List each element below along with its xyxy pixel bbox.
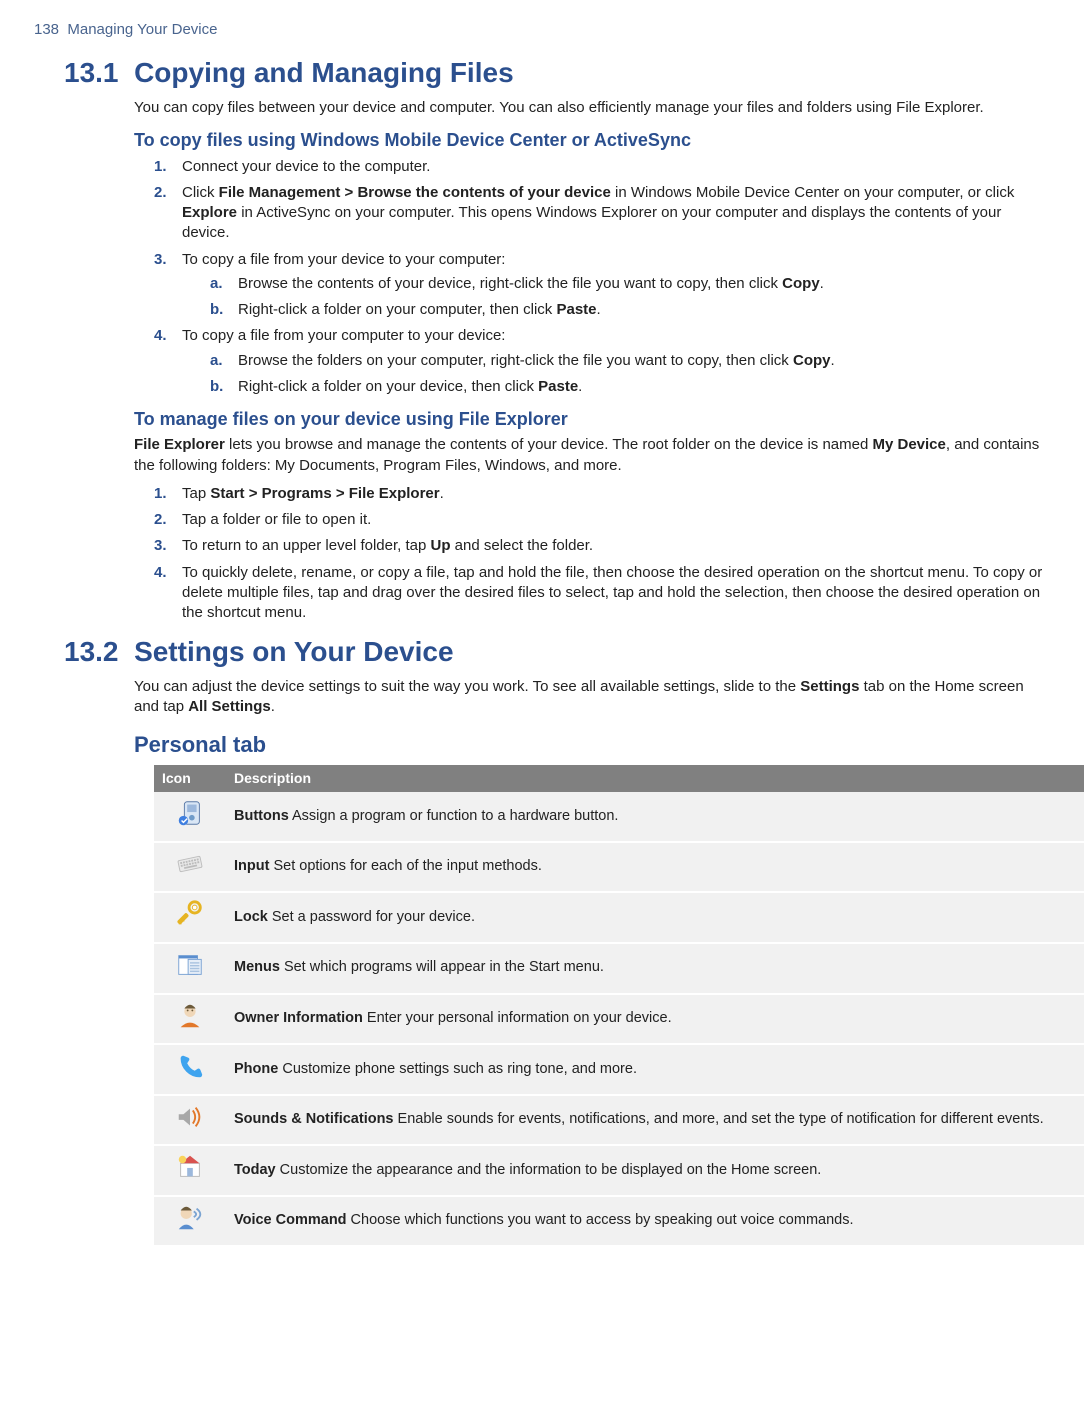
section-number: 13.1 (64, 57, 119, 88)
today-icon (154, 1145, 226, 1196)
step-4a: a.Browse the folders on your computer, r… (210, 351, 1050, 371)
fe-step-3: 3.To return to an upper level folder, ta… (154, 536, 1050, 556)
section-13-1-intro: You can copy files between your device a… (134, 98, 1050, 118)
fe-step-4: 4.To quickly delete, rename, or copy a f… (154, 563, 1050, 624)
step-1: 1.Connect your device to the computer. (154, 157, 1050, 177)
header-icon: Icon (154, 765, 226, 792)
personal-tab-heading: Personal tab (134, 730, 1050, 760)
table-row: Today Customize the appearance and the i… (154, 1145, 1084, 1196)
table-cell: Menus Set which programs will appear in … (226, 943, 1084, 994)
step-4-substeps: a.Browse the folders on your computer, r… (210, 351, 1050, 398)
subheading-copy-files: To copy files using Windows Mobile Devic… (134, 128, 1050, 152)
section-title: Settings on Your Device (134, 636, 453, 667)
table-cell: Lock Set a password for your device. (226, 892, 1084, 943)
step-3a: a.Browse the contents of your device, ri… (210, 274, 1050, 294)
table-row: Lock Set a password for your device. (154, 892, 1084, 943)
header-description: Description (226, 765, 1084, 792)
table-row: Voice Command Choose which functions you… (154, 1196, 1084, 1247)
table-header-row: Icon Description (154, 765, 1084, 792)
step-3b: b.Right-click a folder on your computer,… (210, 300, 1050, 320)
fe-step-2: 2.Tap a folder or file to open it. (154, 510, 1050, 530)
lock-icon (154, 892, 226, 943)
file-explorer-intro: File Explorer lets you browse and manage… (134, 435, 1050, 476)
table-cell: Phone Customize phone settings such as r… (226, 1044, 1084, 1095)
menus-icon (154, 943, 226, 994)
section-13-2-heading: 13.2 Settings on Your Device (64, 633, 1050, 671)
input-icon (154, 842, 226, 893)
sounds-icon (154, 1095, 226, 1146)
phone-icon (154, 1044, 226, 1095)
section-number: 13.2 (64, 636, 119, 667)
table-cell: Today Customize the appearance and the i… (226, 1145, 1084, 1196)
table-cell: Input Set options for each of the input … (226, 842, 1084, 893)
step-3-substeps: a.Browse the contents of your device, ri… (210, 274, 1050, 321)
page-header-title: Managing Your Device (67, 21, 217, 38)
table-cell: Owner Information Enter your personal in… (226, 994, 1084, 1045)
section-13-2-intro: You can adjust the device settings to su… (134, 677, 1050, 718)
table-row: Menus Set which programs will appear in … (154, 943, 1084, 994)
copy-files-steps: 1.Connect your device to the computer. 2… (154, 157, 1050, 398)
fe-step-1: 1.Tap Start > Programs > File Explorer. (154, 484, 1050, 504)
section-13-1-heading: 13.1 Copying and Managing Files (64, 54, 1050, 92)
step-2: 2. Click File Management > Browse the co… (154, 183, 1050, 244)
table-cell: Sounds & Notifications Enable sounds for… (226, 1095, 1084, 1146)
subheading-file-explorer: To manage files on your device using Fil… (134, 407, 1050, 431)
table-cell: Voice Command Choose which functions you… (226, 1196, 1084, 1247)
table-row: Sounds & Notifications Enable sounds for… (154, 1095, 1084, 1146)
step-4: 4.To copy a file from your computer to y… (154, 326, 1050, 397)
section-title: Copying and Managing Files (134, 57, 514, 88)
personal-tab-table: Icon Description Buttons Assign a progra… (154, 765, 1084, 1247)
step-3: 3.To copy a file from your device to you… (154, 250, 1050, 321)
file-explorer-steps: 1.Tap Start > Programs > File Explorer. … (154, 484, 1050, 624)
table-row: Input Set options for each of the input … (154, 842, 1084, 893)
owner-info-icon (154, 994, 226, 1045)
page-number: 138 (34, 21, 59, 38)
step-4b: b.Right-click a folder on your device, t… (210, 377, 1050, 397)
table-row: Phone Customize phone settings such as r… (154, 1044, 1084, 1095)
table-cell: Buttons Assign a program or function to … (226, 792, 1084, 842)
buttons-icon (154, 792, 226, 842)
voice-command-icon (154, 1196, 226, 1247)
page-header: 138 Managing Your Device (34, 20, 1050, 40)
table-row: Buttons Assign a program or function to … (154, 792, 1084, 842)
table-row: Owner Information Enter your personal in… (154, 994, 1084, 1045)
